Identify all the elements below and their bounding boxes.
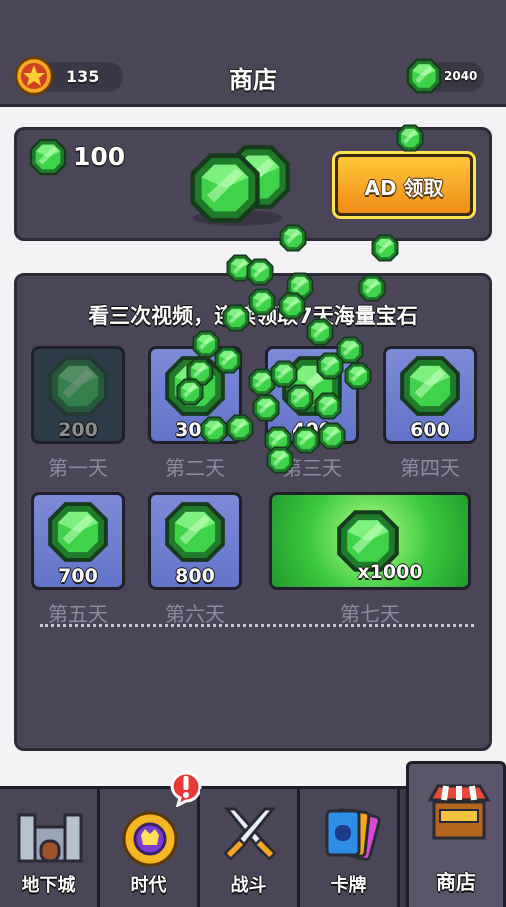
nav-cards[interactable]: 卡牌 <box>300 789 400 907</box>
ad-claim-button[interactable]: AD 领取 <box>335 154 473 216</box>
day-4-card[interactable]: 600 <box>383 346 477 444</box>
gem-particle-icon <box>176 378 204 406</box>
gem-particle-icon <box>344 362 372 390</box>
nav-era-label: 时代 <box>130 875 167 896</box>
day-1-label: 第一天 <box>48 456 108 480</box>
nav-cards-label: 卡牌 <box>330 875 367 896</box>
nav-shop-label: 商店 <box>436 870 476 894</box>
gem-particle-icon <box>371 234 399 262</box>
day-5-card[interactable]: 700 <box>31 492 125 590</box>
gem-particle-icon <box>252 394 280 422</box>
gem-icon <box>164 501 226 563</box>
day-6-card[interactable]: 800 <box>148 492 242 590</box>
gem-icon <box>399 355 461 417</box>
day-1-card[interactable]: 200 <box>31 346 125 444</box>
gem-pile-icon <box>185 142 295 232</box>
divider <box>40 624 474 627</box>
crown-badge-icon <box>122 811 178 867</box>
gem-icon <box>406 58 442 94</box>
day-4-label: 第四天 <box>400 456 460 480</box>
gem-icon <box>29 138 67 176</box>
gem-particle-icon <box>246 258 274 286</box>
day-6-amount: 800 <box>175 565 215 587</box>
gem-particle-icon <box>278 292 306 320</box>
gem-particle-icon <box>318 422 346 450</box>
castle-icon <box>17 813 83 863</box>
nav-era[interactable]: 时代 <box>100 771 202 907</box>
gem-particle-icon <box>200 416 228 444</box>
day-2-label: 第二天 <box>165 456 225 480</box>
nav-dungeon[interactable]: 地下城 <box>0 789 100 907</box>
gem-counter[interactable]: 2040 <box>412 62 484 92</box>
day-4-amount: 600 <box>410 419 450 441</box>
gem-particle-icon <box>316 352 344 380</box>
nav-battle[interactable]: 战斗 <box>200 789 300 907</box>
gem-count: 2040 <box>444 69 478 83</box>
bottom-nav: 地下城 时代 战斗 卡牌 商店 <box>0 761 506 907</box>
gem-particle-icon <box>222 304 250 332</box>
nav-shop[interactable]: 商店 <box>406 761 506 907</box>
cards-icon <box>325 808 381 861</box>
nav-dungeon-label: 地下城 <box>21 875 76 896</box>
day-7-amount: x1000 <box>357 561 423 583</box>
gem-particle-icon <box>292 426 320 454</box>
nav-battle-label: 战斗 <box>230 875 267 896</box>
weekly-rewards-panel: 看三次视频，连续领取7天海量宝石 200 第一天 300 第二天 400 第三天… <box>14 273 492 751</box>
gem-particle-icon <box>396 124 424 152</box>
day-6-label: 第六天 <box>165 602 225 626</box>
gem-particle-icon <box>279 224 307 252</box>
shop-stall-icon <box>427 784 491 840</box>
ad-gem-amount: 100 <box>73 142 126 171</box>
shop-content: 100 AD 领取 看三次视频，连续领取7天海量宝石 200 第一天 300 第… <box>0 104 506 791</box>
gem-particle-icon <box>214 346 242 374</box>
day-5-amount: 700 <box>58 565 98 587</box>
gem-particle-icon <box>266 446 294 474</box>
ad-claim-label: AD 领取 <box>364 176 444 200</box>
top-bar: 135 商店 2040 <box>0 0 506 104</box>
gem-icon <box>47 501 109 563</box>
gem-particle-icon <box>314 392 342 420</box>
gem-particle-icon <box>226 414 254 442</box>
gem-particle-icon <box>286 384 314 412</box>
crossed-swords-icon <box>223 807 277 861</box>
gem-particle-icon <box>358 274 386 302</box>
gem-icon <box>47 355 109 417</box>
gem-particle-icon <box>306 318 334 346</box>
day-7-card[interactable]: x1000 <box>269 492 471 590</box>
day-7-label: 第七天 <box>340 602 400 626</box>
day-5-label: 第五天 <box>48 602 108 626</box>
gem-particle-icon <box>248 288 276 316</box>
day-1-amount: 200 <box>58 419 98 441</box>
